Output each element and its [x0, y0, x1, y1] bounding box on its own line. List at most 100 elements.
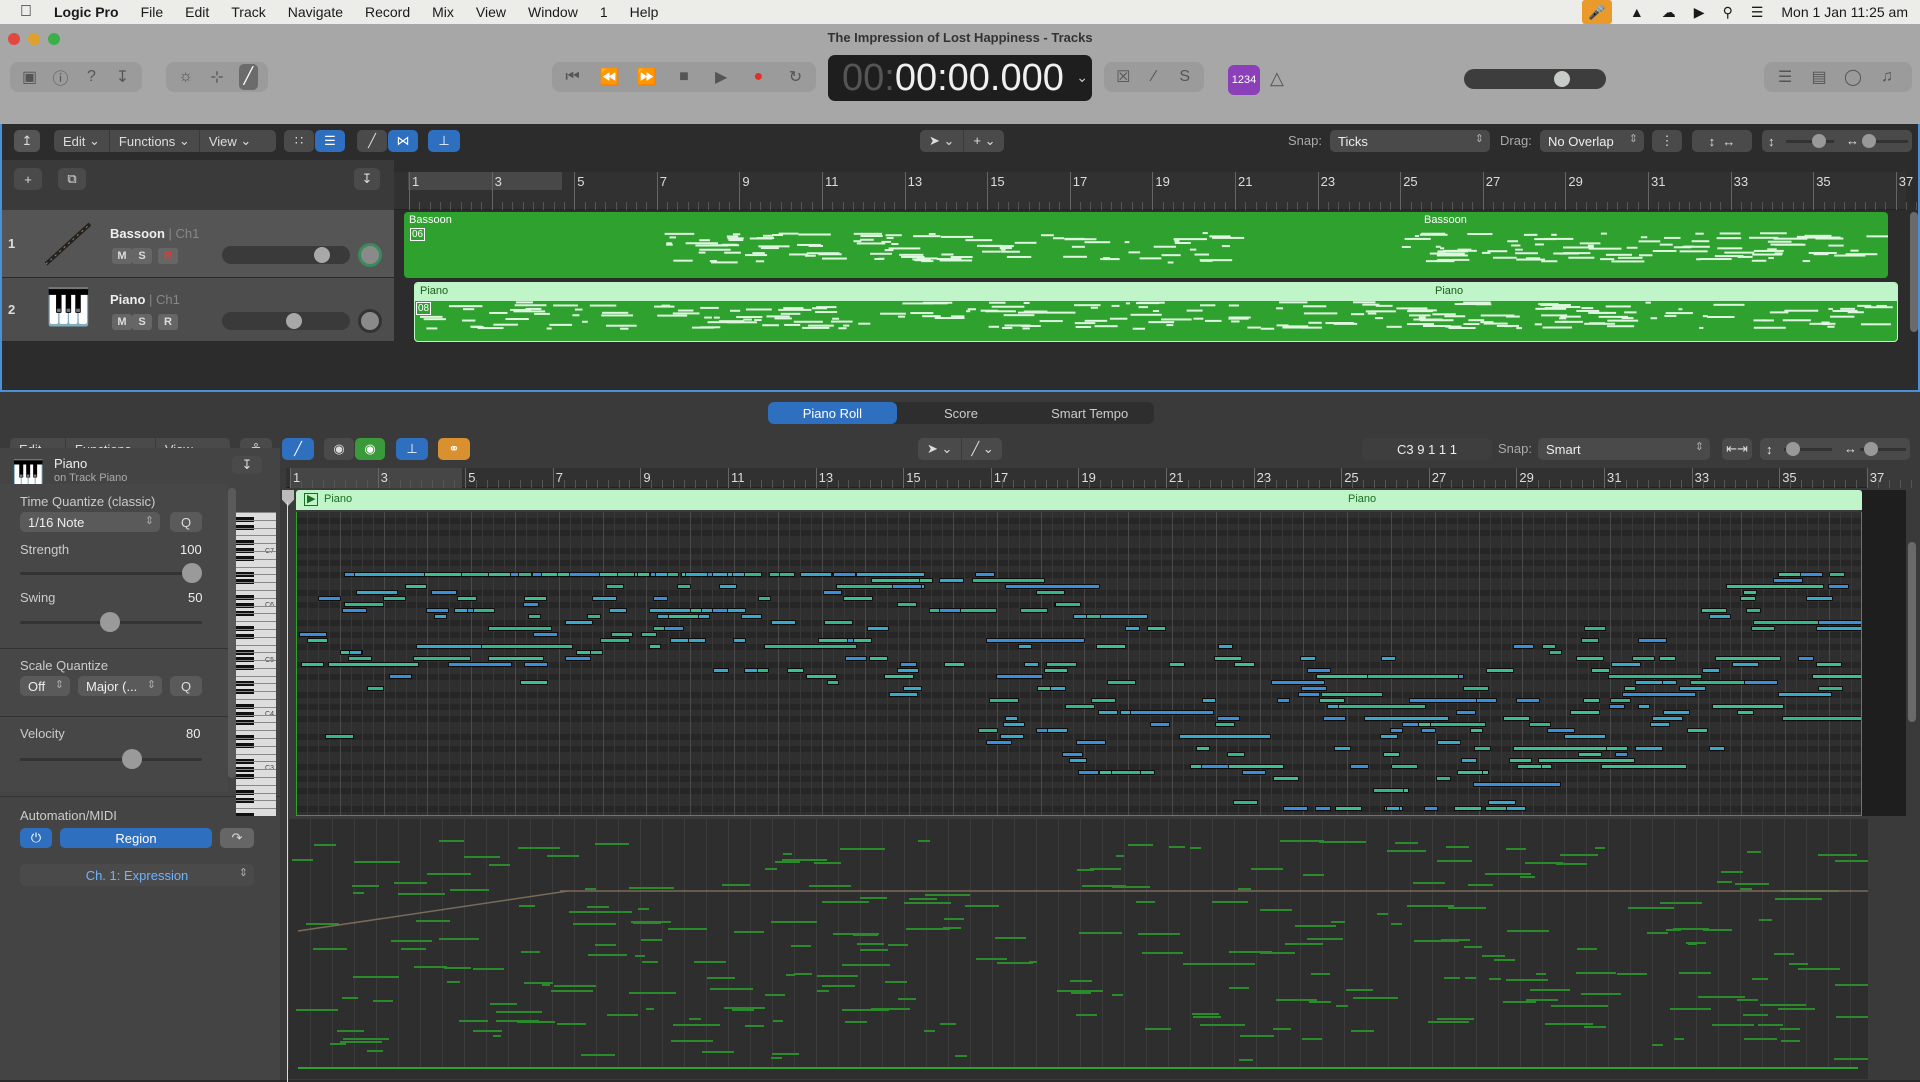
snap-select[interactable]: Smart⇕	[1538, 438, 1710, 460]
tuner-icon[interactable]: ⁄	[1145, 68, 1164, 86]
marquee-tool-icon[interactable]: + ⌄	[964, 130, 1004, 152]
time-quantize-q-button[interactable]: Q	[170, 512, 202, 532]
white-key[interactable]	[236, 582, 276, 583]
pan-knob[interactable]	[358, 309, 382, 333]
piano-roll-grid[interactable]	[296, 512, 1862, 816]
white-key[interactable]	[236, 520, 276, 521]
white-key[interactable]	[236, 559, 276, 560]
white-key[interactable]	[236, 660, 276, 661]
pointer-tool-icon[interactable]: ➤ ⌄	[918, 438, 962, 460]
time-quantize-select[interactable]: 1/16 Note⇕	[20, 512, 160, 532]
menu-mix[interactable]: Mix	[421, 4, 465, 20]
white-key[interactable]	[236, 769, 276, 770]
expression-curve[interactable]	[288, 819, 1868, 1079]
editors-icon[interactable]: ╱	[239, 64, 258, 90]
automation-parameter-select[interactable]: Ch. 1: Expression⇕	[20, 864, 254, 886]
midi-draw-area[interactable]	[288, 819, 1868, 1079]
chevron-down-icon[interactable]: ⌄	[1076, 69, 1088, 86]
white-key[interactable]	[236, 808, 276, 809]
strength-slider[interactable]	[20, 572, 202, 575]
volume-slider[interactable]	[222, 246, 350, 264]
automation-redo-icon[interactable]: ↷	[220, 828, 254, 848]
browser-icon[interactable]: ♫	[1876, 68, 1898, 86]
loop-browser-icon[interactable]: ◯	[1842, 67, 1864, 87]
library-icon[interactable]: ▣	[20, 67, 39, 87]
menu-edit[interactable]: Edit	[174, 4, 220, 20]
microphone-icon[interactable]: 🎤	[1582, 0, 1612, 24]
track-header-bassoon[interactable]: 1 Bassoon | Ch1 M S R	[2, 210, 394, 278]
go-to-beginning-icon[interactable]: ⏮	[562, 68, 583, 86]
vertical-zoom-knob[interactable]	[1812, 134, 1826, 148]
snap-select[interactable]: Ticks⇕	[1330, 130, 1490, 152]
drag-select[interactable]: No Overlap⇕	[1540, 130, 1644, 152]
piano-roll-vertical-scrollbar[interactable]	[1908, 542, 1916, 722]
waveform-zoom-icon[interactable]: ⋮	[1652, 130, 1682, 152]
search-icon[interactable]: ⚲	[1723, 4, 1733, 21]
white-key[interactable]	[236, 543, 276, 544]
track-header-piano[interactable]: 2 🎹 Piano | Ch1 M S R	[2, 278, 394, 342]
vertical-zoom-track[interactable]	[1786, 140, 1834, 143]
solo-button[interactable]: S	[132, 314, 152, 330]
track-name[interactable]: Bassoon | Ch1	[110, 226, 199, 241]
piano-roll-ruler[interactable]: 135791113151719212325272931333537	[286, 468, 1868, 488]
white-key[interactable]	[236, 691, 276, 692]
menu-window[interactable]: Window	[517, 4, 589, 20]
automation-region-button[interactable]: Region	[60, 828, 212, 848]
menu-file[interactable]: File	[130, 4, 175, 20]
white-key[interactable]	[236, 528, 276, 529]
back-button[interactable]: ↥	[14, 130, 40, 152]
list-editors-icon[interactable]: ☰	[1774, 67, 1796, 87]
white-key[interactable]	[236, 793, 276, 794]
bassoon-region[interactable]: Bassoon Bassoon 06	[404, 212, 1888, 278]
cycle-range[interactable]	[290, 468, 462, 488]
arrange-view-menu[interactable]: View ⌄	[200, 130, 260, 152]
white-key[interactable]	[236, 551, 276, 552]
mute-button[interactable]: M	[112, 248, 132, 264]
region-collapse-button[interactable]: ↧	[232, 456, 262, 474]
stop-icon[interactable]: ■	[673, 68, 694, 86]
tab-score[interactable]: Score	[897, 402, 1026, 424]
white-key[interactable]	[236, 645, 276, 646]
horizontal-zoom-knob[interactable]	[1862, 134, 1876, 148]
white-key[interactable]	[236, 676, 276, 677]
piano-roll-region-header[interactable]: ▶ Piano Piano	[296, 490, 1862, 510]
swing-knob[interactable]	[100, 612, 120, 632]
arrange-ruler[interactable]: 135791113151719212325272931333537	[394, 172, 1906, 210]
piano-region[interactable]: Piano Piano 08	[414, 282, 1898, 342]
global-tracks-button[interactable]: ↧	[354, 168, 380, 190]
white-key[interactable]	[236, 574, 276, 575]
inspector-icon[interactable]: ⓘ	[51, 65, 70, 89]
playhead-handle[interactable]	[282, 490, 294, 506]
duplicate-track-button[interactable]: ⧉	[58, 168, 86, 190]
pan-knob[interactable]	[358, 243, 382, 267]
white-key[interactable]	[236, 598, 276, 599]
white-key[interactable]	[236, 629, 276, 630]
menu-record[interactable]: Record	[354, 4, 421, 20]
menu-1[interactable]: 1	[589, 4, 619, 20]
white-key[interactable]	[236, 613, 276, 614]
clock[interactable]: Mon 1 Jan 11:25 am	[1781, 4, 1908, 20]
scale-quantize-root-select[interactable]: Off⇕	[20, 676, 70, 696]
lcd-display[interactable]: 00: 00:00.000 ⌄	[828, 55, 1092, 101]
catch-playhead-icon[interactable]: ⊥	[428, 130, 460, 152]
white-key[interactable]	[236, 738, 276, 739]
list-view-icon[interactable]: ☰	[315, 130, 345, 152]
smart-controls-icon[interactable]: ☼	[176, 68, 195, 86]
vertical-zoom-knob[interactable]	[1786, 442, 1800, 456]
cloud-icon[interactable]: ☁	[1662, 4, 1676, 21]
white-key[interactable]	[236, 652, 276, 653]
scale-quantize-q-button[interactable]: Q	[170, 676, 202, 696]
white-key[interactable]	[236, 512, 276, 513]
app-menu[interactable]: Logic Pro	[43, 4, 130, 20]
replace-icon[interactable]: ☒	[1114, 67, 1133, 87]
white-key[interactable]	[236, 699, 276, 700]
volume-knob[interactable]	[286, 313, 302, 329]
volume-knob[interactable]	[314, 247, 330, 263]
strength-knob[interactable]	[182, 563, 202, 583]
white-key[interactable]	[236, 567, 276, 568]
accessibility-icon[interactable]: ▲	[1630, 4, 1644, 20]
white-key[interactable]	[236, 754, 276, 755]
toolbar-icon[interactable]: ↧	[113, 67, 132, 87]
link-icon[interactable]: ⚭	[438, 438, 470, 460]
solo-button[interactable]: S	[132, 248, 152, 264]
